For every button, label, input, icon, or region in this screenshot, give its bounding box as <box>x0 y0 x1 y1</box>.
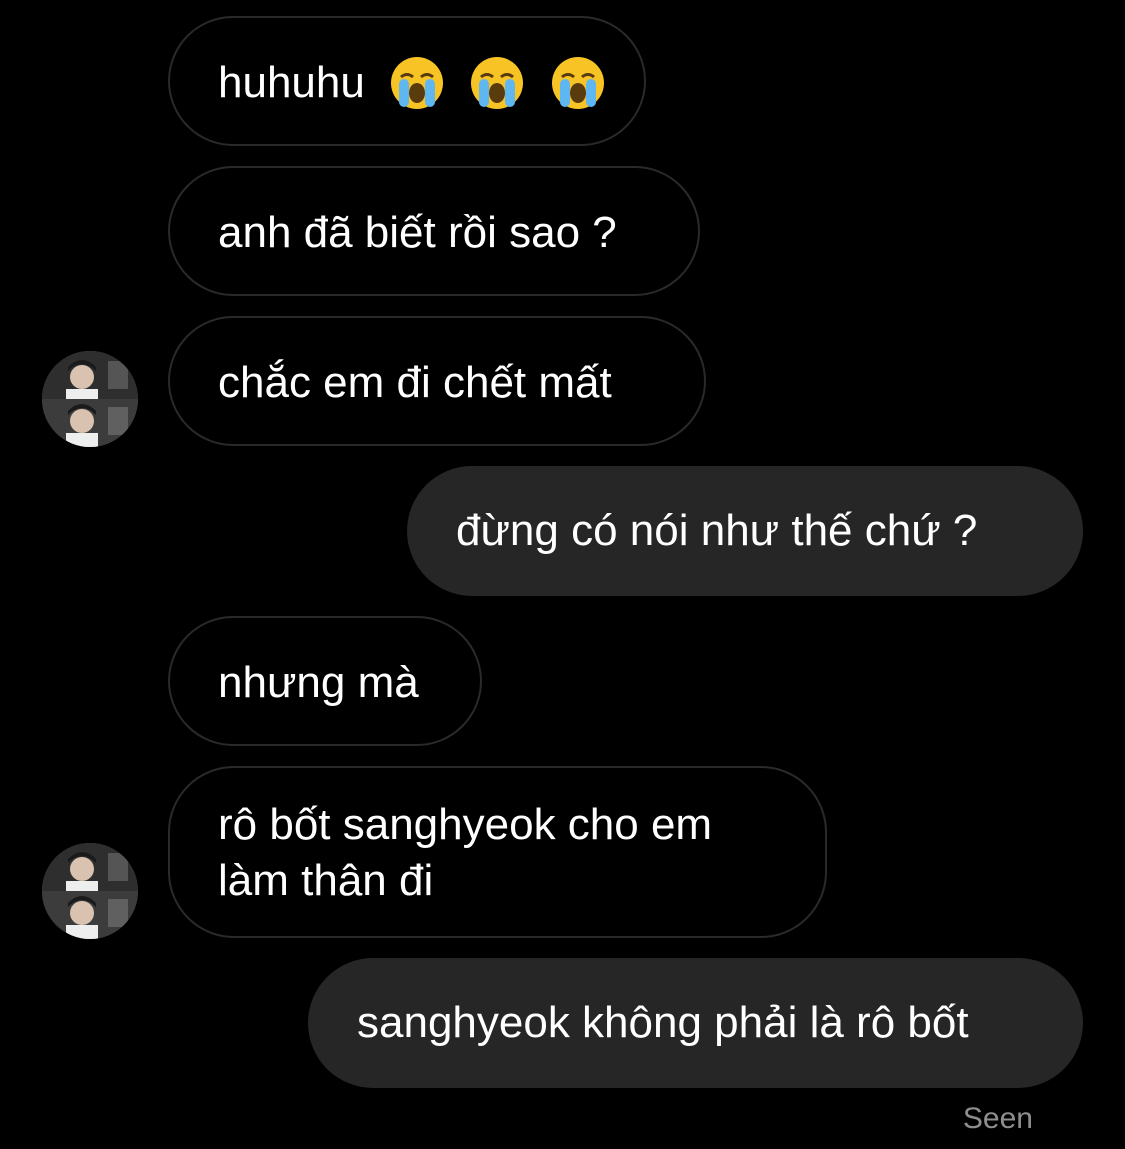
profile-photo-icon <box>42 843 138 939</box>
seen-status: Seen <box>962 1102 1033 1135</box>
message-bubble-incoming[interactable]: nhưng mà <box>168 616 482 746</box>
message-text-line: rô bốt sanghyeok cho em <box>218 800 713 849</box>
message-text-line: làm thân đi <box>218 856 434 905</box>
message-bubble-incoming[interactable]: anh đã biết rồi sao ? <box>168 166 700 296</box>
avatar[interactable] <box>42 843 138 939</box>
message-text: nhưng mà <box>218 658 419 707</box>
loudly-crying-face-icon <box>471 57 524 109</box>
message-text: chắc em đi chết mất <box>218 358 612 407</box>
loudly-crying-face-icon <box>391 57 444 109</box>
message-text: sanghyeok không phải là rô bốt <box>357 998 969 1047</box>
loudly-crying-face-icon <box>551 57 604 109</box>
message-text: đừng có nói như thế chứ ? <box>456 506 978 555</box>
message-text: huhuhu <box>218 58 365 107</box>
message-bubble-outgoing[interactable]: đừng có nói như thế chứ ? <box>407 466 1083 596</box>
profile-photo-icon <box>42 351 138 447</box>
message-bubble-incoming[interactable]: chắc em đi chết mất <box>168 316 706 446</box>
message-bubble-incoming[interactable]: huhuhu <box>168 16 646 146</box>
message-bubble-outgoing[interactable]: sanghyeok không phải là rô bốt <box>308 958 1083 1088</box>
avatar[interactable] <box>42 351 138 447</box>
message-text: anh đã biết rồi sao ? <box>218 208 617 257</box>
message-bubble-incoming[interactable]: rô bốt sanghyeok cho em làm thân đi <box>168 766 827 938</box>
